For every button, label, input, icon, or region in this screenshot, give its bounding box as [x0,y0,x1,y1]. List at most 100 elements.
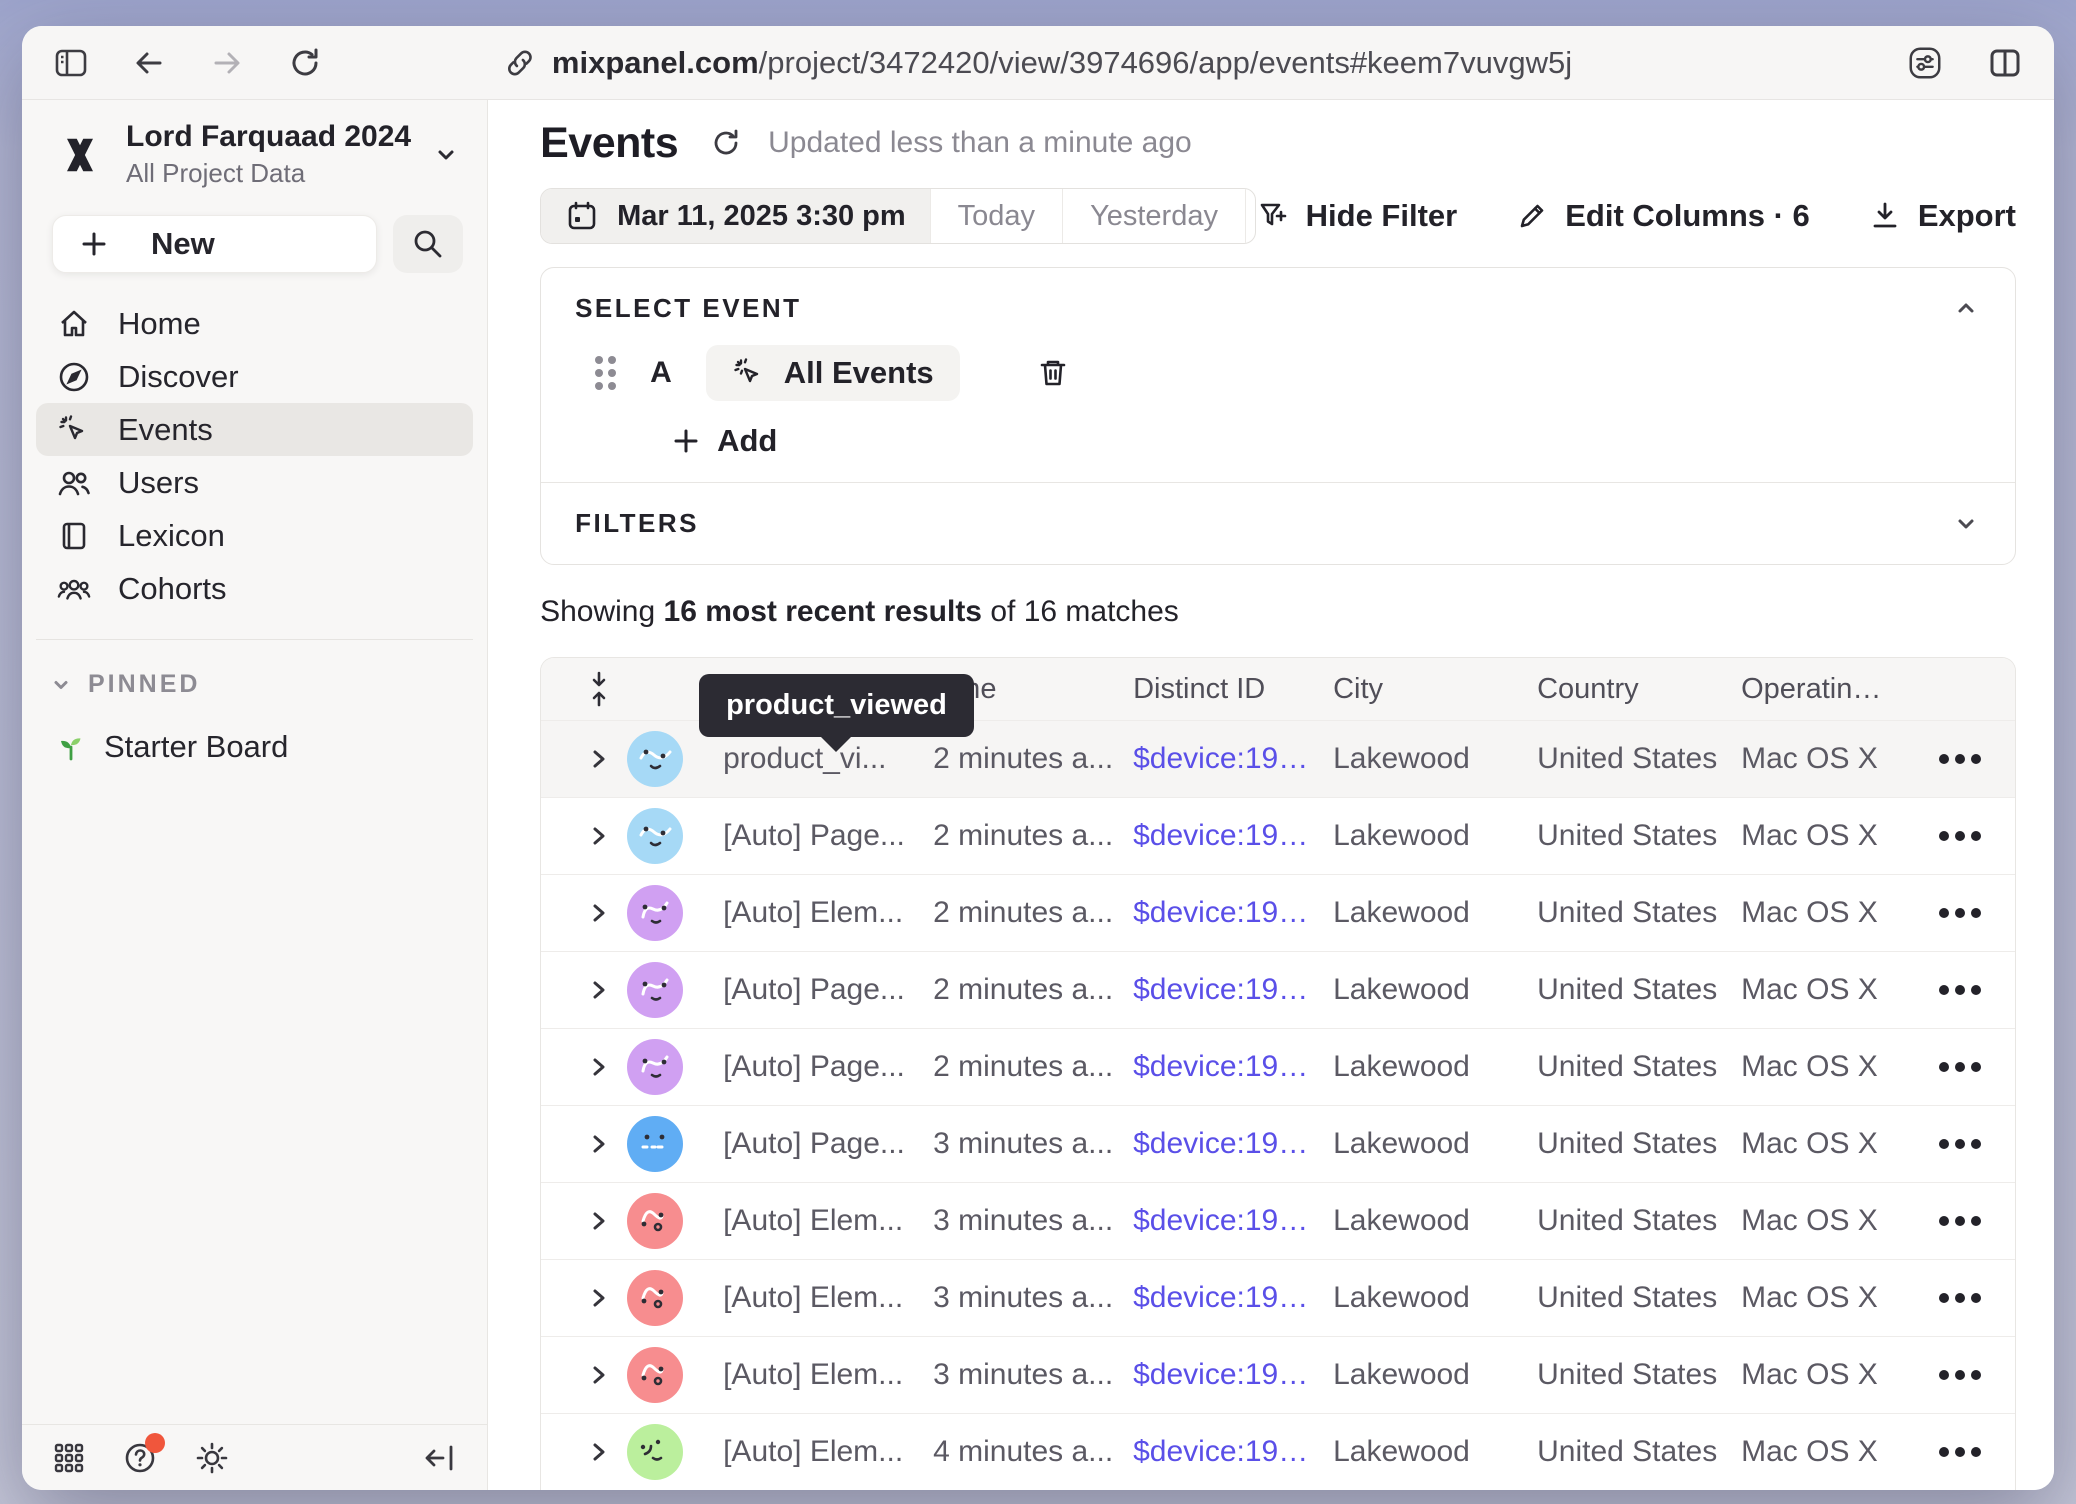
row-expand-chevron-icon[interactable] [571,821,627,851]
row-expand-chevron-icon[interactable] [571,898,627,928]
table-row[interactable]: [Auto] Page... 2 minutes a... $device:19… [541,1028,2015,1105]
distinct-id-link[interactable]: $device:195... [1133,896,1333,930]
distinct-id-link[interactable]: $device:195... [1133,742,1333,776]
table-row[interactable]: [Auto] Elem... 4 minutes a... $device:19… [541,1413,2015,1490]
event-name[interactable]: [Auto] Elem... [723,1281,933,1315]
event-name[interactable]: [Auto] Page... [723,1050,933,1084]
sidebar-item-starter-board[interactable]: Starter Board [22,699,487,765]
event-time: 2 minutes a... [933,896,1133,930]
drag-handle-icon[interactable] [595,356,616,390]
distinct-id-link[interactable]: $device:195... [1133,1435,1333,1469]
new-button[interactable]: New [52,215,377,273]
row-expand-chevron-icon[interactable] [571,975,627,1005]
distinct-id-link[interactable]: $device:195... [1133,819,1333,853]
page-settings-icon[interactable] [1906,44,1944,82]
sidebar-item-cohorts[interactable]: Cohorts [36,562,473,615]
row-menu-button[interactable] [1905,1139,2015,1149]
sidebar-toggle-icon[interactable] [52,44,90,82]
sidebar-item-users[interactable]: Users [36,456,473,509]
refresh-icon[interactable] [710,127,742,159]
pinned-section-header[interactable]: PINNED [22,640,487,699]
event-selector-chip[interactable]: All Events [706,345,960,401]
event-tooltip: product_viewed [699,674,974,737]
date-segment-yesterday[interactable]: Yesterday [1063,189,1246,243]
distinct-id-link[interactable]: $device:195... [1133,1127,1333,1161]
row-expand-chevron-icon[interactable] [571,1437,627,1467]
back-icon[interactable] [130,44,168,82]
date-segment-today[interactable]: Today [931,189,1063,243]
date-segment-7d[interactable]: 7D [1246,189,1256,243]
url-path: /project/3472420/view/3974696/app/events… [759,45,1572,80]
row-expand-chevron-icon[interactable] [571,1206,627,1236]
country-value: United States [1537,1050,1741,1084]
trash-icon[interactable] [1036,356,1070,390]
event-avatar [627,1270,683,1326]
event-name[interactable]: [Auto] Elem... [723,1358,933,1392]
table-row[interactable]: [Auto] Elem... 3 minutes a... $device:19… [541,1259,2015,1336]
table-row[interactable]: [Auto] Page... 2 minutes a... $device:19… [541,797,2015,874]
row-menu-button[interactable] [1905,1293,2015,1303]
row-menu-button[interactable] [1905,1062,2015,1072]
reload-icon[interactable] [286,44,324,82]
row-menu-button[interactable] [1905,1447,2015,1457]
distinct-id-link[interactable]: $device:195... [1133,1204,1333,1238]
table-row[interactable]: [Auto] Elem... 2 minutes a... $device:19… [541,874,2015,951]
compass-icon [56,360,92,394]
hide-filter-button[interactable]: Hide Filter [1256,198,1458,234]
sidebar-item-home[interactable]: Home [36,297,473,350]
sidebar-item-discover[interactable]: Discover [36,350,473,403]
os-value: Mac OS X [1741,1204,1905,1238]
help-button[interactable] [122,1440,158,1476]
column-header-country[interactable]: Country [1537,673,1741,706]
event-name[interactable]: [Auto] Page... [723,1127,933,1161]
row-expand-chevron-icon[interactable] [571,1129,627,1159]
collapse-sidebar-icon[interactable] [421,1440,457,1476]
event-name[interactable]: [Auto] Elem... [723,1435,933,1469]
column-header-os[interactable]: Operating S [1741,673,1905,706]
os-value: Mac OS X [1741,819,1905,853]
row-expand-chevron-icon[interactable] [571,744,627,774]
row-menu-button[interactable] [1905,754,2015,764]
forward-icon [208,44,246,82]
table-row[interactable]: [Auto] Page... 2 minutes a... $device:19… [541,951,2015,1028]
workspace-switcher[interactable]: Lord Farquaad 2024 All Project Data [22,100,487,195]
table-row[interactable]: [Auto] Elem... 3 minutes a... $device:19… [541,1336,2015,1413]
apps-grid-icon[interactable] [52,1441,86,1475]
row-expand-chevron-icon[interactable] [571,1360,627,1390]
table-row[interactable]: [Auto] Elem... 3 minutes a... $device:19… [541,1182,2015,1259]
date-picker-button[interactable]: Mar 11, 2025 3:30 pm [541,189,931,243]
row-expand-chevron-icon[interactable] [571,1052,627,1082]
sidebar-item-lexicon[interactable]: Lexicon [36,509,473,562]
row-menu-button[interactable] [1905,908,2015,918]
chevron-up-icon[interactable] [1951,293,1981,323]
row-menu-button[interactable] [1905,831,2015,841]
event-name[interactable]: [Auto] Elem... [723,1204,933,1238]
row-menu-button[interactable] [1905,1370,2015,1380]
mixpanel-logo [54,129,106,181]
gear-icon[interactable] [194,1440,230,1476]
column-header-city[interactable]: City [1333,673,1537,706]
distinct-id-link[interactable]: $device:195... [1133,1281,1333,1315]
chevron-down-icon[interactable] [1951,509,1981,539]
updated-status: Updated less than a minute ago [768,126,1192,160]
sidebar-item-events[interactable]: Events [36,403,473,456]
search-button[interactable] [393,215,463,273]
distinct-id-link[interactable]: $device:195... [1133,973,1333,1007]
export-button[interactable]: Export [1868,198,2016,234]
event-name[interactable]: [Auto] Page... [723,819,933,853]
distinct-id-link[interactable]: $device:195... [1133,1050,1333,1084]
split-view-icon[interactable] [1986,44,2024,82]
row-menu-button[interactable] [1905,985,2015,995]
event-name[interactable]: [Auto] Page... [723,973,933,1007]
add-event-button[interactable]: Add [671,422,1981,460]
row-menu-button[interactable] [1905,1216,2015,1226]
event-name[interactable]: [Auto] Elem... [723,896,933,930]
address-bar[interactable]: mixpanel.com/project/3472420/view/397469… [504,45,1572,81]
collapse-rows-icon[interactable] [584,670,614,708]
table-row[interactable]: [Auto] Page... 3 minutes a... $device:19… [541,1105,2015,1182]
distinct-id-link[interactable]: $device:195... [1133,1358,1333,1392]
edit-columns-button[interactable]: Edit Columns · 6 [1515,198,1810,234]
os-value: Mac OS X [1741,1050,1905,1084]
row-expand-chevron-icon[interactable] [571,1283,627,1313]
column-header-distinct-id[interactable]: Distinct ID [1133,673,1333,706]
